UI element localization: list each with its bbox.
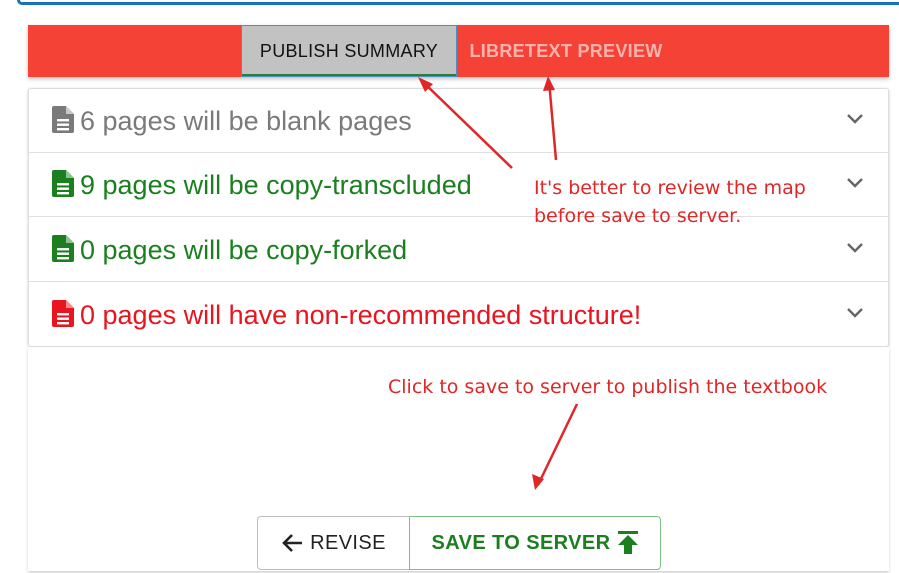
annotation-review-line1: It's better to review the map [534,177,806,199]
summary-row-label: 0 pages will be copy-forked [80,235,408,265]
tab-publish-summary[interactable]: PUBLISH SUMMARY [241,25,457,77]
upload-to-top-icon [617,531,638,554]
chevron-down-icon[interactable] [846,112,864,126]
arrow-left-icon [282,534,303,552]
file-text-icon [52,300,74,327]
file-text-icon [52,106,74,133]
revise-button-label: REVISE [310,531,386,554]
file-text-icon [52,235,74,262]
summary-row-label: 6 pages will be blank pages [80,106,412,136]
summary-row-label: 9 pages will be copy-transcluded [80,170,472,200]
annotation-save-note: Click to save to server to publish the t… [388,376,828,398]
summary-row-blank[interactable]: 6 pages will be blank pages [29,89,888,153]
summary-row-forked[interactable]: 0 pages will be copy-forked [29,218,888,282]
tab-bar: PUBLISH SUMMARY LIBRETEXT PREVIEW [28,25,889,77]
chevron-down-icon[interactable] [846,241,864,255]
summary-panel: 6 pages will be blank pages 9 pages will… [28,88,889,347]
tab-libretext-preview[interactable]: LIBRETEXT PREVIEW [458,25,674,77]
file-text-icon [52,170,74,197]
save-to-server-button[interactable]: SAVE TO SERVER [409,516,661,570]
revise-button[interactable]: REVISE [257,516,410,570]
save-button-label: SAVE TO SERVER [431,531,611,554]
summary-row-label: 0 pages will have non-recommended struct… [80,300,642,330]
top-frame-edge [17,0,899,5]
chevron-down-icon[interactable] [846,176,864,190]
chevron-down-icon[interactable] [846,306,864,320]
summary-row-nonrecommended[interactable]: 0 pages will have non-recommended struct… [29,283,888,347]
annotation-review-line2: before save to server. [534,205,742,227]
